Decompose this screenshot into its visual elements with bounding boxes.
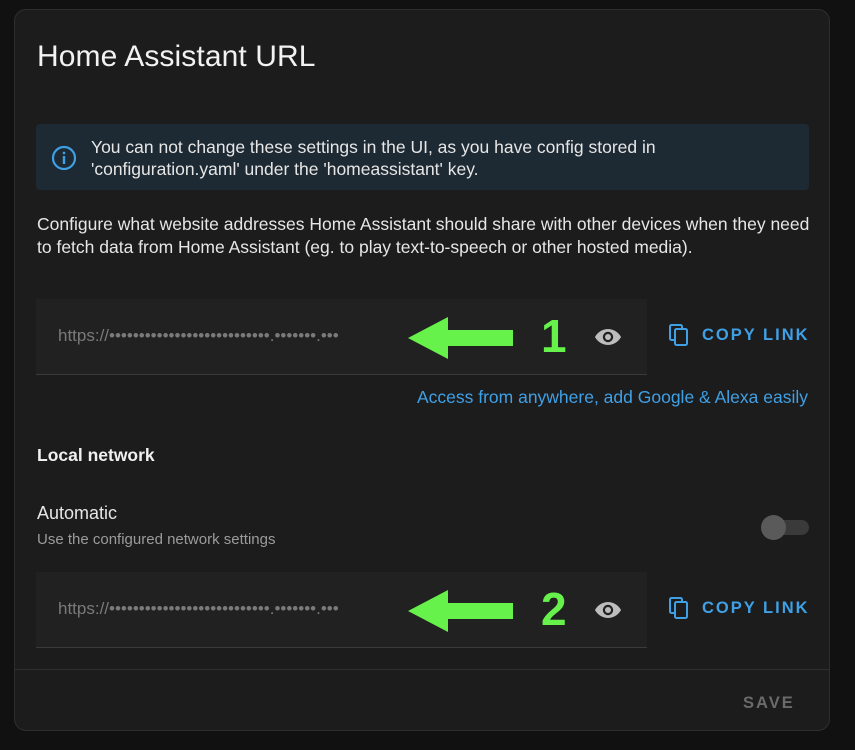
alert-message: You can not change these settings in the… <box>91 137 656 179</box>
internal-url-field[interactable]: https://•••••••••••••••••••••••••••.••••… <box>36 572 647 648</box>
copy-external-link-button[interactable]: COPY LINK <box>669 324 810 346</box>
url-settings-dialog: Home Assistant URL You can not change th… <box>14 9 830 731</box>
info-icon <box>51 145 77 171</box>
annotation-arrow-icon <box>408 590 513 632</box>
copy-link-label: COPY LINK <box>702 325 810 344</box>
dialog-title: Home Assistant URL <box>37 40 316 73</box>
external-url-field[interactable]: https://•••••••••••••••••••••••••••.••••… <box>36 299 647 375</box>
annotation-number: 1 <box>541 310 567 362</box>
info-alert: You can not change these settings in the… <box>36 124 809 190</box>
external-url-value: https://•••••••••••••••••••••••••••.••••… <box>58 326 339 345</box>
annotation-arrow-icon <box>408 317 513 359</box>
eye-icon[interactable] <box>594 324 622 350</box>
internal-url-value: https://•••••••••••••••••••••••••••.••••… <box>58 599 339 618</box>
local-network-heading: Local network <box>37 445 155 465</box>
cloud-access-link[interactable]: Access from anywhere, add Google & Alexa… <box>417 387 808 408</box>
copy-icon <box>669 597 688 619</box>
toggle-thumb <box>761 515 786 540</box>
copy-icon <box>669 324 688 346</box>
save-button[interactable]: SAVE <box>743 694 795 713</box>
url-description: Configure what website addresses Home As… <box>37 214 810 257</box>
eye-icon[interactable] <box>594 597 622 623</box>
automatic-description: Use the configured network settings <box>37 531 276 548</box>
annotation-number: 2 <box>541 583 567 635</box>
automatic-toggle[interactable] <box>761 515 809 540</box>
copy-link-label: COPY LINK <box>702 598 810 617</box>
automatic-label: Automatic <box>37 503 118 523</box>
footer-divider <box>15 669 829 670</box>
copy-internal-link-button[interactable]: COPY LINK <box>669 597 810 619</box>
